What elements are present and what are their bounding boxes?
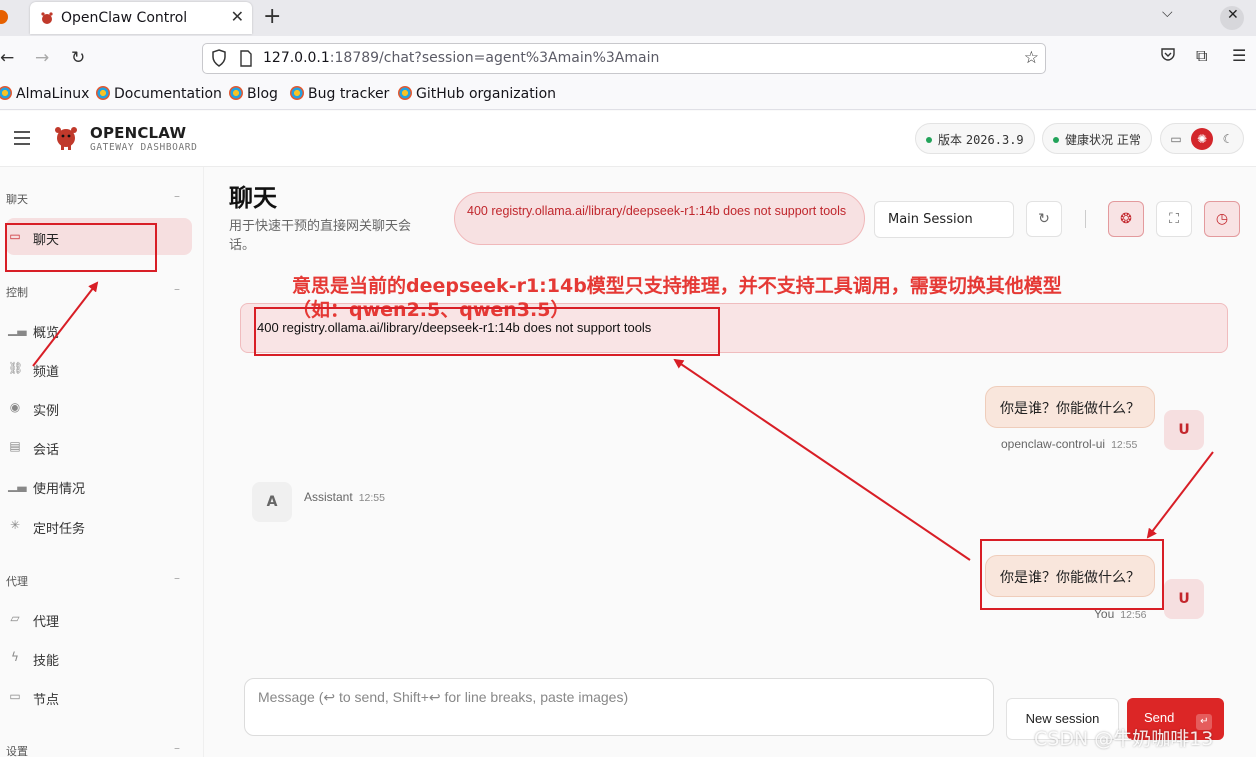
annotation-arrows bbox=[32, 281, 1214, 561]
watermark: CSDN @牛奶咖啡13 bbox=[1034, 728, 1214, 750]
arrow-to-sidebar bbox=[32, 281, 99, 367]
arrow-to-error bbox=[673, 358, 971, 561]
arrow-to-message bbox=[1146, 451, 1214, 539]
